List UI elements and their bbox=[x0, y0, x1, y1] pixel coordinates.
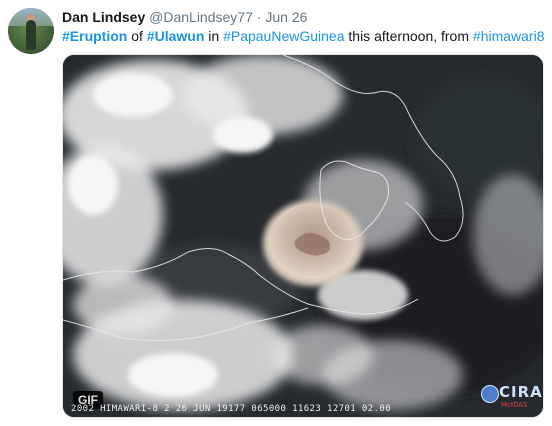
tweet-text-segment: of bbox=[127, 28, 147, 44]
avatar[interactable] bbox=[8, 8, 54, 54]
hashtag-ulawun[interactable]: #Ulawun bbox=[147, 28, 205, 44]
logo-subtext: McIDAS bbox=[501, 401, 528, 409]
logo-text: CIRA bbox=[499, 383, 543, 401]
globe-icon bbox=[481, 385, 499, 403]
hashtag-eruption[interactable]: #Eruption bbox=[62, 28, 127, 44]
tweet-card[interactable]: Dan Lindsey @DanLindsey77 · Jun 26 #Erup… bbox=[0, 0, 552, 426]
tweet-text-segment: in bbox=[204, 28, 224, 44]
tweet-text: #Eruption of #Ulawun in #PapauNewGuinea … bbox=[62, 27, 545, 45]
tweet-header: Dan Lindsey @DanLindsey77 · Jun 26 bbox=[62, 8, 307, 26]
author-name[interactable]: Dan Lindsey bbox=[62, 9, 145, 25]
separator: · bbox=[256, 9, 262, 25]
tweet-date[interactable]: Jun 26 bbox=[265, 9, 307, 25]
tweet-text-segment: this afternoon, from bbox=[344, 28, 473, 44]
cira-logo: CIRA McIDAS bbox=[479, 383, 542, 411]
satellite-caption: 2002 HIMAWARI-8 2 26 JUN 19177 065000 11… bbox=[71, 404, 392, 414]
hashtag-himawari8[interactable]: #himawari8 bbox=[473, 28, 545, 44]
satellite-image bbox=[63, 55, 543, 417]
tweet-media-gif[interactable]: GIF 2002 HIMAWARI-8 2 26 JUN 19177 06500… bbox=[62, 54, 544, 418]
hashtag-papaunewguinea[interactable]: #PapauNewGuinea bbox=[223, 28, 344, 44]
author-handle[interactable]: @DanLindsey77 bbox=[149, 9, 253, 25]
